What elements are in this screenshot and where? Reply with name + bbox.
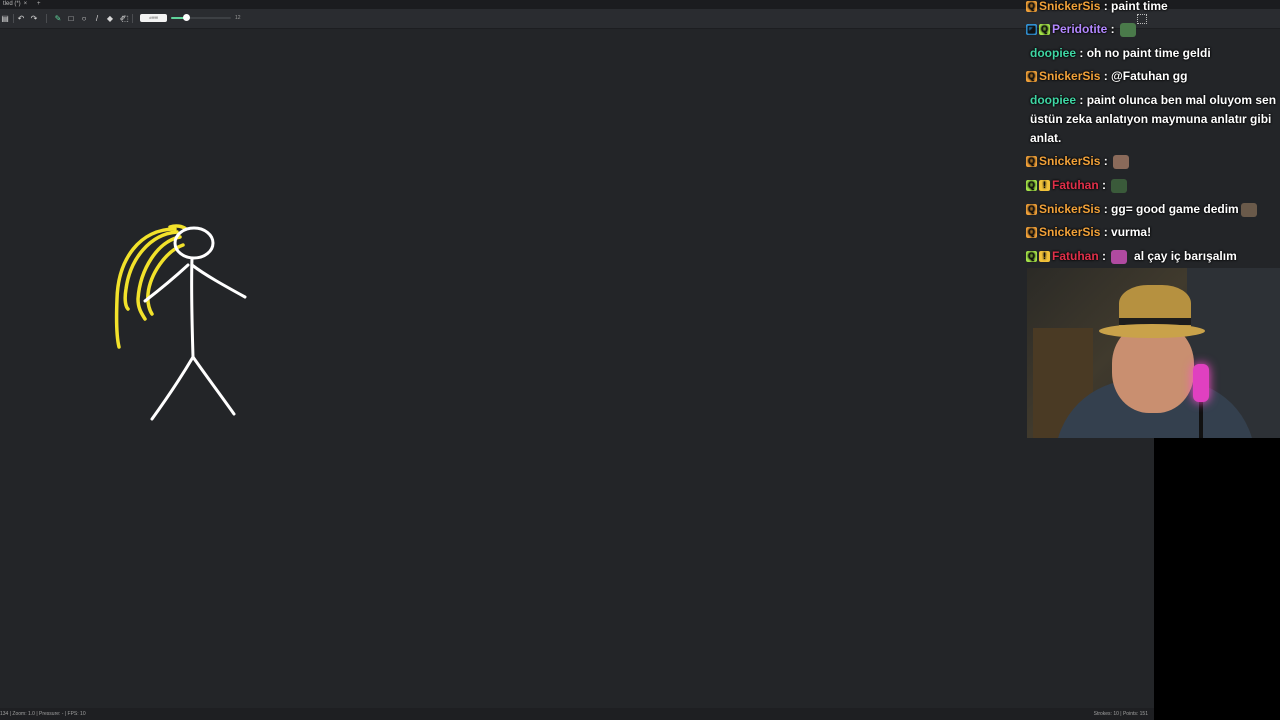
ellipse-tool-icon[interactable]: ○ xyxy=(79,13,89,24)
chat-separator: : xyxy=(1076,93,1087,107)
menu-icon[interactable]: ▤ xyxy=(0,13,10,24)
chat-separator: : xyxy=(1076,46,1087,60)
chat-text: @Fatuhan gg xyxy=(1111,69,1188,83)
chat-emote-icon xyxy=(1240,202,1257,217)
canvas-drawing xyxy=(114,224,247,421)
chat-username[interactable]: doopiee xyxy=(1030,46,1076,60)
chat-message: Q! Fatuhan : al çay iç barışalım xyxy=(1026,247,1278,266)
warning-badge-icon: ! xyxy=(1039,251,1050,263)
chat-username[interactable]: SnickerSis xyxy=(1039,154,1100,168)
microphone-stand xyxy=(1199,400,1203,438)
chat-username[interactable]: SnickerSis xyxy=(1039,69,1100,83)
chat-message: Q SnickerSis : gg= good game dedim xyxy=(1026,200,1278,219)
brush-tool-icon[interactable]: ✎ xyxy=(53,13,63,24)
chat-message: Q SnickerSis : vurma! xyxy=(1026,223,1278,242)
toolbar-divider xyxy=(132,14,133,23)
chat-separator: : xyxy=(1100,202,1112,216)
chat-separator: : xyxy=(1098,249,1110,263)
q-badge-icon: Q xyxy=(1026,227,1037,239)
chat-message: doopiee : oh no paint time geldi xyxy=(1026,44,1280,63)
chat-username[interactable]: SnickerSis xyxy=(1039,225,1100,239)
brush-size-value: 12 xyxy=(235,15,241,21)
chat-emote-icon xyxy=(1111,178,1128,193)
status-left-info: 134 | Zoom: 1.0 | Pressure: - | FPS: 10 xyxy=(0,711,86,717)
twitch-badge-icon: ◪ xyxy=(1026,24,1037,36)
chat-username[interactable]: Fatuhan xyxy=(1052,249,1099,263)
q-badge-icon: Q xyxy=(1039,24,1050,36)
line-tool-icon[interactable]: / xyxy=(92,13,102,24)
status-right-info: Strokes: 10 | Points: 151 xyxy=(1093,711,1148,717)
chat-separator: : xyxy=(1098,178,1110,192)
redo-icon[interactable]: ↷ xyxy=(29,13,39,24)
q-badge-icon: Q xyxy=(1026,204,1037,216)
new-tab-button[interactable]: + xyxy=(37,0,41,9)
chat-separator: : xyxy=(1100,154,1112,168)
status-bar: 134 | Zoom: 1.0 | Pressure: - | FPS: 10 … xyxy=(0,708,1154,720)
q-badge-icon: Q xyxy=(1026,71,1037,83)
chat-message: ◪ Q Peridotite : xyxy=(1026,20,1278,39)
brush-size-slider-handle[interactable] xyxy=(183,14,190,21)
chat-username[interactable]: doopiee xyxy=(1030,93,1076,107)
chat-message: Q! Fatuhan : xyxy=(1026,176,1278,195)
chat-emote-icon xyxy=(1113,154,1130,169)
chat-message: Q SnickerSis : @Fatuhan gg xyxy=(1026,67,1278,86)
q-badge-icon: Q xyxy=(1026,1,1037,13)
rectangle-tool-icon[interactable]: □ xyxy=(66,13,76,24)
chat-text: al çay iç barışalım xyxy=(1134,249,1237,263)
close-tab-icon[interactable]: × xyxy=(24,1,28,7)
figure-arm xyxy=(190,263,247,299)
fill-tool-icon[interactable]: ◆ xyxy=(105,13,115,24)
chat-separator: : xyxy=(1100,0,1112,13)
chat-emote-icon xyxy=(1111,249,1128,264)
chat-separator: : xyxy=(1107,22,1119,36)
webcam-feed xyxy=(1027,268,1280,438)
select-tool-icon[interactable]: ⬚ xyxy=(120,13,130,24)
color-swatch-button[interactable]: #ffffff xyxy=(140,14,167,22)
color-hex-label: #ffffff xyxy=(149,15,158,20)
undo-icon[interactable]: ↶ xyxy=(16,13,26,24)
chat-text: gg= good game dedim xyxy=(1111,202,1239,216)
warning-badge-icon: ! xyxy=(1039,180,1050,192)
figure-leg xyxy=(191,355,236,416)
figure-leg xyxy=(150,355,195,421)
toolbar-divider xyxy=(13,14,14,23)
chat-message: Q SnickerSis : xyxy=(1026,152,1278,171)
chat-username[interactable]: Peridotite xyxy=(1052,22,1107,36)
chat-text: paint time xyxy=(1111,0,1168,13)
q-badge-icon: Q xyxy=(1026,156,1037,168)
chat-text: oh no paint time geldi xyxy=(1086,46,1211,60)
chat-text: vurma! xyxy=(1111,225,1152,239)
brush-size-slider[interactable] xyxy=(171,14,231,21)
chat-username[interactable]: Fatuhan xyxy=(1052,178,1099,192)
microphone xyxy=(1193,364,1209,402)
figure-body xyxy=(190,256,195,359)
document-tab[interactable]: tled (*) × xyxy=(0,0,30,9)
chat-separator: : xyxy=(1100,69,1112,83)
q-badge-icon: Q xyxy=(1026,180,1037,192)
q-badge-icon: Q xyxy=(1026,251,1037,263)
chat-message: Q SnickerSis : paint time xyxy=(1026,0,1278,16)
overlay-background xyxy=(1154,438,1280,720)
chat-username[interactable]: SnickerSis xyxy=(1039,0,1100,13)
chat-message: doopiee : paint olunca ben mal oluyom se… xyxy=(1026,91,1280,148)
chat-username[interactable]: SnickerSis xyxy=(1039,202,1100,216)
fullscreen-icon[interactable] xyxy=(1137,14,1147,24)
drawing-canvas[interactable] xyxy=(0,29,1154,708)
streamer-hat-brim xyxy=(1099,324,1205,338)
tab-title: tled (*) xyxy=(3,1,21,7)
figure-head xyxy=(173,226,215,260)
toolbar-divider xyxy=(46,14,47,23)
chat-emote-icon xyxy=(1120,22,1137,37)
chat-separator: : xyxy=(1100,225,1112,239)
